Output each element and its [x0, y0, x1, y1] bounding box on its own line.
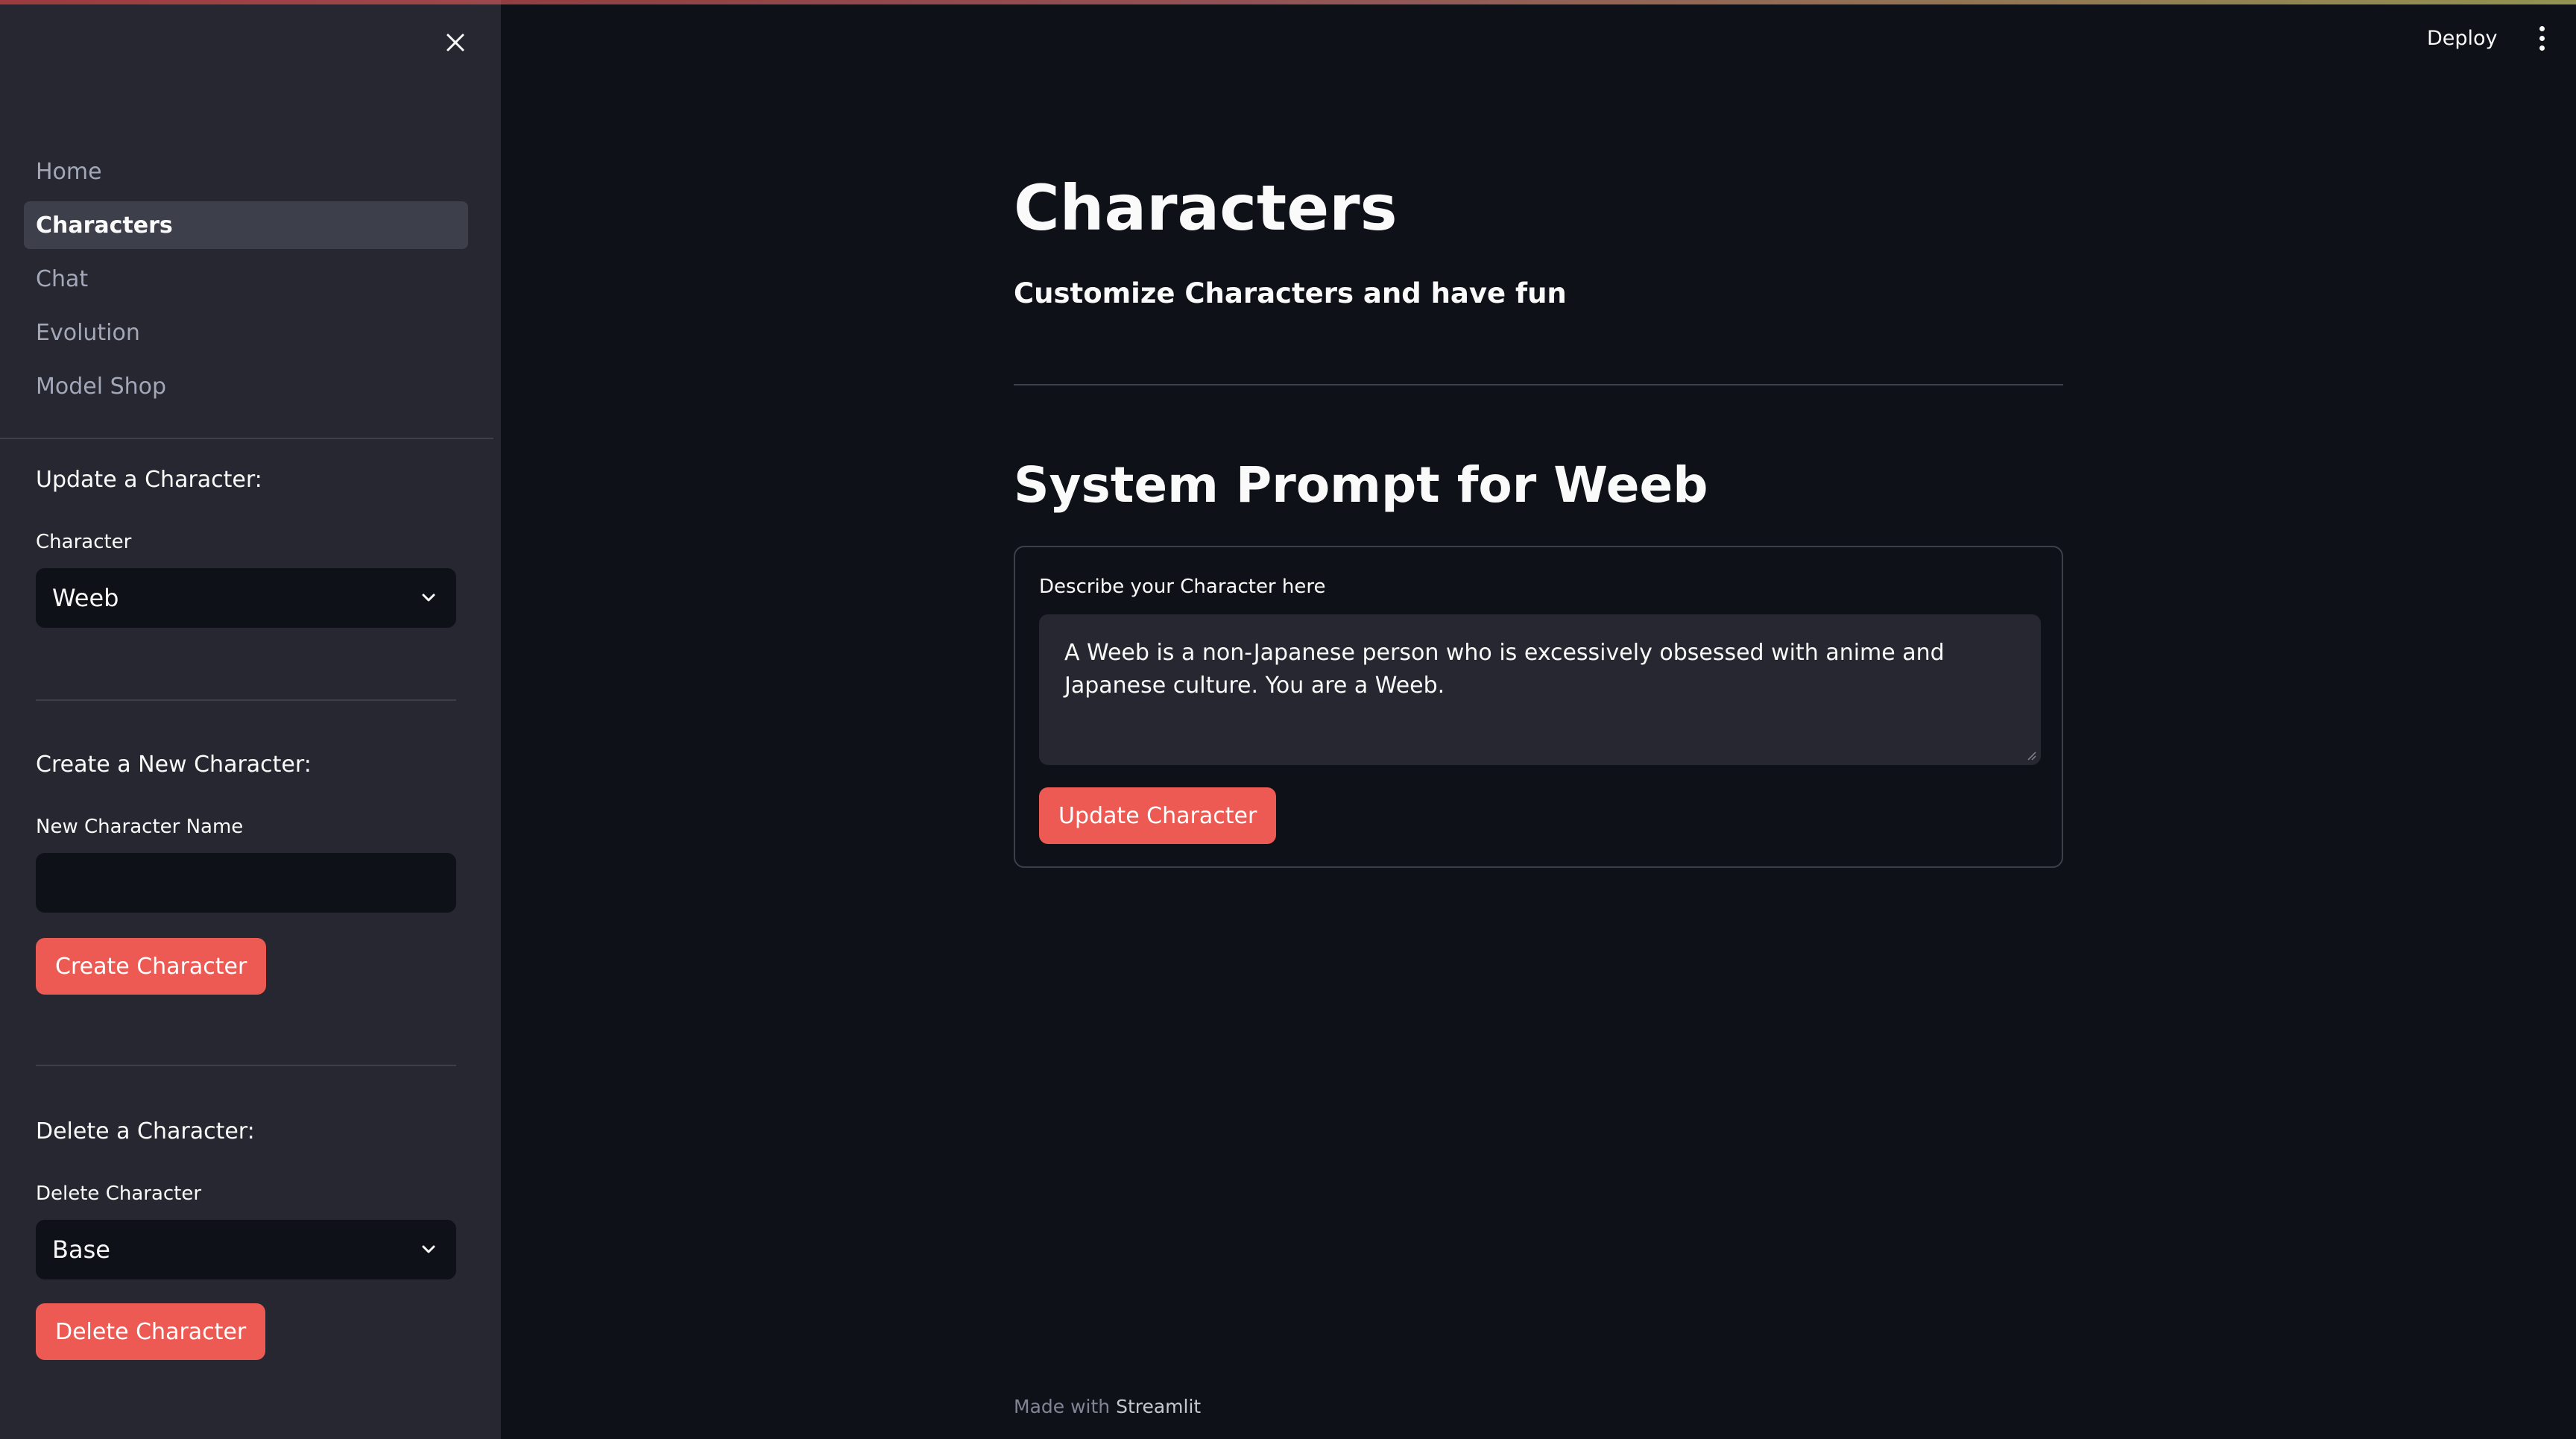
app-root: Home Characters Chat Evolution Model Sho…	[0, 0, 2576, 1439]
update-section-title: Update a Character:	[36, 467, 262, 493]
page-title: Characters	[1014, 171, 1398, 245]
footer: Made with Streamlit	[1014, 1396, 1201, 1417]
character-select-label: Character	[36, 531, 132, 553]
main-divider	[1014, 384, 2063, 385]
character-form: Describe your Character here A Weeb is a…	[1014, 546, 2063, 868]
nav-item-characters[interactable]: Characters	[24, 201, 468, 249]
main-menu-button[interactable]	[2530, 19, 2554, 57]
delete-character-label: Delete Character	[36, 1183, 202, 1205]
streamlit-link[interactable]: Streamlit	[1116, 1396, 1201, 1417]
section-divider	[36, 1065, 456, 1066]
section-divider	[36, 699, 456, 701]
nav-item-home[interactable]: Home	[24, 148, 468, 195]
update-character-button[interactable]: Update Character	[1039, 787, 1277, 844]
sidebar: Home Characters Chat Evolution Model Sho…	[0, 0, 501, 1439]
new-character-name-label: New Character Name	[36, 816, 244, 838]
chevron-down-icon	[422, 1245, 435, 1253]
character-select[interactable]: Weeb	[36, 568, 456, 628]
delete-section-title: Delete a Character:	[36, 1118, 255, 1144]
chevron-down-icon	[422, 593, 435, 602]
delete-character-select[interactable]: Base	[36, 1220, 456, 1279]
new-character-name-input[interactable]	[36, 853, 456, 913]
nav-item-evolution[interactable]: Evolution	[24, 309, 468, 356]
sidebar-nav: Home Characters Chat Evolution Model Sho…	[24, 148, 468, 416]
top-decoration-bar	[0, 0, 2576, 4]
close-sidebar-button[interactable]	[437, 24, 474, 61]
system-prompt-heading: System Prompt for Weeb	[1014, 456, 1708, 514]
resize-handle-icon[interactable]	[2024, 749, 2036, 761]
nav-item-model-shop[interactable]: Model Shop	[24, 362, 468, 410]
delete-character-select-value: Base	[52, 1235, 110, 1264]
deploy-button[interactable]: Deploy	[2427, 19, 2498, 57]
describe-character-text: A Weeb is a non-Japanese person who is e…	[1064, 640, 1945, 699]
nav-divider	[0, 438, 493, 439]
character-select-value: Weeb	[52, 584, 119, 612]
create-section-title: Create a New Character:	[36, 752, 312, 778]
delete-character-button[interactable]: Delete Character	[36, 1303, 266, 1360]
create-character-button[interactable]: Create Character	[36, 938, 267, 995]
footer-prefix: Made with	[1014, 1396, 1117, 1417]
kebab-menu-icon	[2539, 25, 2545, 31]
describe-character-textarea[interactable]: A Weeb is a non-Japanese person who is e…	[1039, 614, 2041, 765]
nav-item-chat[interactable]: Chat	[24, 255, 468, 303]
close-icon	[446, 34, 464, 51]
describe-character-label: Describe your Character here	[1039, 576, 1326, 598]
page-subtitle: Customize Characters and have fun	[1014, 277, 1567, 309]
